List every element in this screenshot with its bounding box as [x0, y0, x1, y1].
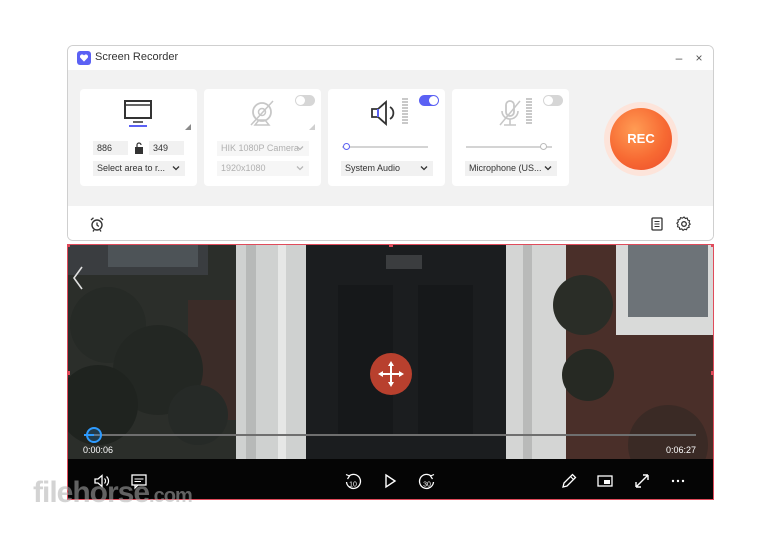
area-select-value: Select area to r... — [97, 163, 166, 173]
gear-icon[interactable] — [676, 216, 692, 232]
volume-meter — [402, 98, 408, 124]
system-audio-select[interactable]: System Audio — [341, 161, 433, 176]
resize-handle-right[interactable] — [711, 371, 713, 375]
webcam-off-icon — [250, 100, 274, 126]
microphone-off-icon — [499, 100, 521, 126]
resize-handle-top-left[interactable] — [68, 245, 70, 247]
app-logo-icon — [77, 51, 91, 65]
chevron-down-icon — [544, 166, 552, 171]
resize-handle-top-right[interactable] — [711, 245, 713, 247]
move-arrows-icon — [378, 361, 404, 387]
forward-30-button[interactable]: 30 — [417, 472, 437, 492]
watermark-text: filehorse — [33, 476, 150, 509]
microphone-toggle-knob — [544, 96, 553, 105]
move-region-button[interactable] — [370, 353, 412, 395]
microphone-slider-thumb[interactable] — [540, 143, 548, 150]
speaker-icon — [371, 100, 395, 126]
chevron-down-icon — [420, 166, 428, 171]
watermark-tld: .com — [149, 485, 193, 507]
webcam-card[interactable]: HIK 1080P Camera 1920x1080 — [204, 89, 321, 186]
resize-handle-left[interactable] — [68, 371, 70, 375]
minimize-button[interactable]: – — [670, 49, 688, 67]
chevron-left-icon[interactable] — [71, 265, 85, 291]
system-audio-toggle[interactable] — [419, 95, 439, 106]
seek-bar[interactable] — [84, 434, 696, 436]
unlock-icon[interactable] — [134, 142, 144, 154]
seek-thumb[interactable] — [85, 427, 102, 443]
mic-volume-meter — [526, 98, 532, 124]
microphone-slider-track[interactable] — [466, 146, 552, 148]
rewind-10-icon: 10 — [345, 473, 362, 490]
total-time: 0:06:27 — [665, 445, 696, 455]
filehorse-watermark: filehorse.com — [33, 476, 193, 510]
rewind-10-button[interactable]: 10 — [343, 472, 363, 492]
microphone-toggle[interactable] — [543, 95, 563, 106]
rec-button-halo: REC — [604, 102, 678, 176]
recorder-controls: 886 349 Select area to r... HIK 1080P Ca… — [68, 70, 713, 240]
monitor-icon[interactable] — [120, 97, 156, 131]
camera-select-value: HIK 1080P Camera — [221, 143, 299, 153]
resolution-select[interactable]: 1920x1080 — [217, 161, 309, 176]
fullscreen-icon[interactable] — [633, 472, 651, 490]
app-title: Screen Recorder — [95, 51, 179, 63]
webcam-toggle-knob — [296, 96, 305, 105]
forward-30-label: 30 — [423, 482, 431, 489]
play-icon[interactable] — [381, 472, 399, 490]
webcam-corner-mark — [309, 124, 315, 130]
system-audio-toggle-knob — [429, 96, 438, 105]
more-icon[interactable] — [669, 472, 687, 490]
chevron-down-icon — [172, 166, 180, 171]
microphone-select-value: Microphone (US... — [469, 163, 542, 173]
region-resize-corner — [185, 124, 191, 130]
recorder-window: Screen Recorder – × 886 349 Select area … — [67, 45, 714, 241]
title-bar[interactable]: Screen Recorder – × — [68, 46, 713, 70]
chevron-down-icon — [296, 146, 304, 151]
height-input[interactable]: 349 — [149, 141, 184, 155]
width-input[interactable]: 886 — [93, 141, 128, 155]
webcam-toggle[interactable] — [295, 95, 315, 106]
close-button[interactable]: × — [690, 49, 708, 67]
recording-region[interactable]: 0:00:06 0:06:27 10 30 — [67, 244, 714, 500]
system-audio-slider-track[interactable] — [342, 146, 428, 148]
system-audio-select-value: System Audio — [345, 163, 401, 173]
recorder-bottom-bar — [68, 206, 713, 240]
resolution-select-value: 1920x1080 — [221, 163, 266, 173]
resize-handle-top[interactable] — [389, 245, 393, 247]
rec-button[interactable]: REC — [610, 108, 672, 170]
chevron-down-icon — [296, 166, 304, 171]
screen-root: Screen Recorder – × 886 349 Select area … — [0, 0, 780, 547]
edit-icon[interactable] — [560, 472, 578, 490]
system-audio-slider-thumb[interactable] — [343, 143, 351, 150]
picture-in-picture-icon[interactable] — [596, 472, 614, 490]
forward-30-icon: 30 — [418, 473, 435, 490]
current-time: 0:00:06 — [83, 445, 114, 455]
list-icon[interactable] — [649, 216, 665, 232]
system-audio-card[interactable]: System Audio — [328, 89, 445, 186]
display-card[interactable]: 886 349 Select area to r... — [80, 89, 197, 186]
alarm-clock-icon[interactable] — [89, 216, 105, 232]
camera-select[interactable]: HIK 1080P Camera — [217, 141, 309, 156]
microphone-card[interactable]: Microphone (US... — [452, 89, 569, 186]
microphone-select[interactable]: Microphone (US... — [465, 161, 557, 176]
rewind-10-label: 10 — [349, 482, 357, 489]
area-select[interactable]: Select area to r... — [93, 161, 185, 176]
